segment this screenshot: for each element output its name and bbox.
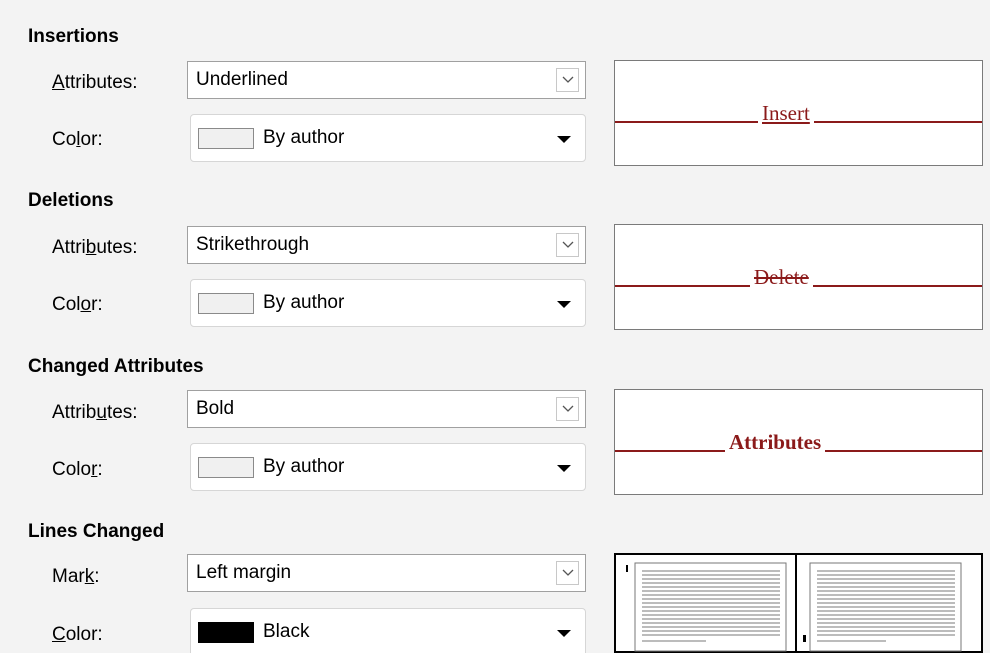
- color-swatch: [198, 128, 254, 149]
- dropdown-arrow-icon[interactable]: [557, 630, 571, 637]
- changed-attributes-preview-text: Attributes: [725, 430, 826, 454]
- chevron-down-icon[interactable]: [556, 233, 579, 257]
- deletions-preview-text: Delete: [750, 265, 813, 289]
- chevron-down-icon[interactable]: [556, 68, 579, 92]
- insertions-color-label: Color:: [52, 129, 103, 150]
- insertions-attributes-select[interactable]: Underlined: [187, 61, 586, 99]
- insertions-color-value: By author: [263, 127, 345, 148]
- deletions-heading: Deletions: [28, 190, 114, 211]
- lines-changed-mark-label: Mark:: [52, 566, 100, 587]
- dropdown-arrow-icon[interactable]: [557, 301, 571, 308]
- chevron-down-icon[interactable]: [556, 561, 579, 585]
- changed-attributes-preview: Attributes: [614, 389, 983, 495]
- insertions-color-dropdown[interactable]: By author: [190, 114, 586, 162]
- color-swatch: [198, 622, 254, 643]
- deletions-color-label: Color:: [52, 294, 103, 315]
- deletions-color-dropdown[interactable]: By author: [190, 279, 586, 327]
- lines-changed-mark-value: Left margin: [196, 562, 292, 583]
- changed-attributes-color-label: Color:: [52, 459, 103, 480]
- color-swatch: [198, 293, 254, 314]
- deletions-attributes-value: Strikethrough: [196, 234, 310, 255]
- insertions-attributes-label: Attributes:: [52, 72, 138, 93]
- lines-changed-color-dropdown[interactable]: Black: [190, 608, 586, 653]
- changed-attributes-heading: Changed Attributes: [28, 356, 204, 377]
- insertions-attributes-value: Underlined: [196, 69, 288, 90]
- deletions-color-value: By author: [263, 292, 345, 313]
- deletions-attributes-label: Attributes:: [52, 237, 138, 258]
- changed-attributes-color-dropdown[interactable]: By author: [190, 443, 586, 491]
- deletions-attributes-select[interactable]: Strikethrough: [187, 226, 586, 264]
- lines-changed-heading: Lines Changed: [28, 521, 165, 542]
- lines-changed-color-label: Color:: [52, 624, 103, 645]
- changed-attributes-select[interactable]: Bold: [187, 390, 586, 428]
- changed-attributes-color-value: By author: [263, 456, 345, 477]
- insertions-preview: Insert: [614, 60, 983, 166]
- insertions-preview-text: Insert: [758, 101, 814, 125]
- lines-changed-color-value: Black: [263, 621, 310, 642]
- lines-changed-mark-select[interactable]: Left margin: [187, 554, 586, 592]
- chevron-down-icon[interactable]: [556, 397, 579, 421]
- lines-changed-preview: [614, 553, 983, 653]
- insertions-heading: Insertions: [28, 26, 119, 47]
- color-swatch: [198, 457, 254, 478]
- deletions-preview: Delete: [614, 224, 983, 330]
- dropdown-arrow-icon[interactable]: [557, 136, 571, 143]
- changed-attributes-label: Attributes:: [52, 402, 138, 423]
- dropdown-arrow-icon[interactable]: [557, 465, 571, 472]
- changed-attributes-value: Bold: [196, 398, 235, 419]
